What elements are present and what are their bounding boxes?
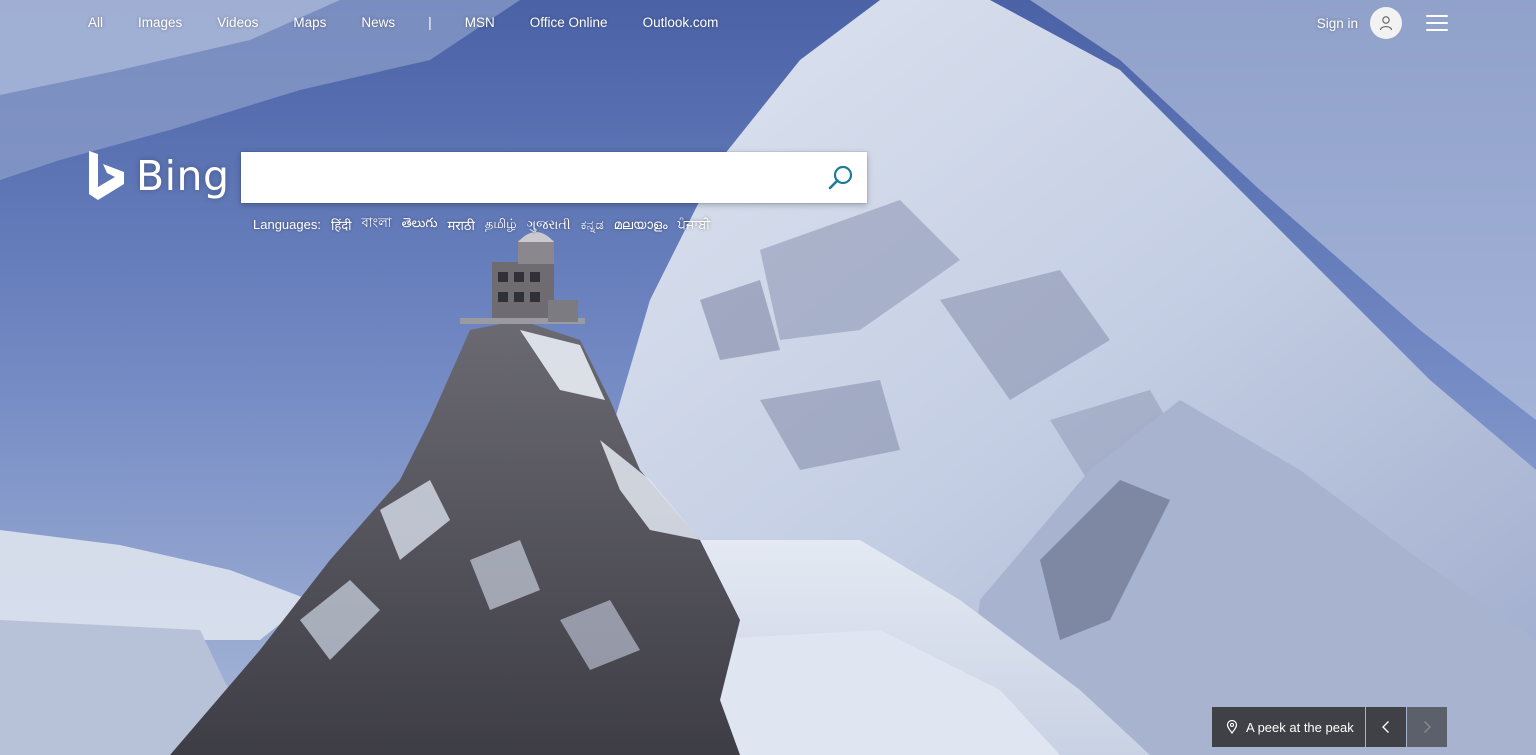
menu-line	[1426, 29, 1448, 31]
signin-link[interactable]: Sign in	[1317, 16, 1358, 31]
scope-nav: All Images Videos Maps News | MSN Office…	[88, 14, 753, 30]
lang-bangla[interactable]: বাংলা	[362, 214, 392, 235]
lang-punjabi[interactable]: ਪੰਜਾਬੀ	[678, 217, 711, 233]
bing-homepage: All Images Videos Maps News | MSN Office…	[0, 0, 1536, 755]
image-caption-title: A peek at the peak	[1246, 719, 1354, 735]
user-icon	[1380, 16, 1392, 31]
hamburger-menu-button[interactable]	[1426, 15, 1448, 31]
nav-videos[interactable]: Videos	[217, 15, 258, 30]
nav-separator: |	[428, 14, 432, 30]
search-input[interactable]	[255, 164, 819, 194]
lang-telugu[interactable]: తెలుగు	[402, 215, 438, 234]
bing-b-icon	[89, 151, 124, 200]
lang-marathi[interactable]: मराठी	[447, 216, 474, 234]
nav-msn[interactable]: MSN	[465, 15, 495, 30]
previous-image-button[interactable]	[1366, 707, 1406, 747]
menu-line	[1426, 22, 1448, 24]
nav-maps[interactable]: Maps	[293, 15, 326, 30]
nav-all[interactable]: All	[88, 15, 103, 30]
search-button[interactable]	[826, 163, 856, 193]
top-navigation: All Images Videos Maps News | MSN Office…	[0, 0, 1536, 44]
lang-hindi[interactable]: हिंदी	[331, 216, 352, 234]
languages-label: Languages:	[253, 217, 321, 232]
next-image-button[interactable]	[1407, 707, 1447, 747]
avatar[interactable]	[1370, 7, 1402, 39]
search-box	[241, 152, 867, 203]
image-caption-bar: A peek at the peak	[1212, 707, 1447, 747]
lang-tamil[interactable]: தமிழ்	[485, 216, 517, 233]
search-icon	[828, 165, 853, 190]
nav-office-online[interactable]: Office Online	[530, 15, 608, 30]
lang-kannada[interactable]: ಕನ್ನಡ	[581, 217, 604, 233]
account-area: Sign in	[1317, 7, 1448, 39]
image-info-button[interactable]: A peek at the peak	[1212, 707, 1365, 747]
lang-gujarati[interactable]: ગુજરાતી	[527, 217, 571, 233]
background-image	[0, 0, 1536, 755]
nav-news[interactable]: News	[361, 15, 395, 30]
location-pin-icon	[1226, 720, 1238, 734]
nav-images[interactable]: Images	[138, 15, 182, 30]
chevron-left-icon	[1382, 721, 1389, 733]
nav-outlook[interactable]: Outlook.com	[643, 15, 719, 30]
lang-malayalam[interactable]: മലയാളം	[614, 217, 668, 233]
menu-line	[1426, 15, 1448, 17]
bing-logo[interactable]: Bing	[88, 150, 230, 202]
logo-wordmark: Bing	[136, 152, 230, 200]
chevron-right-icon	[1424, 721, 1431, 733]
languages-bar: Languages: हिंदी বাংলা తెలుగు मराठी தமிழ…	[253, 214, 720, 235]
